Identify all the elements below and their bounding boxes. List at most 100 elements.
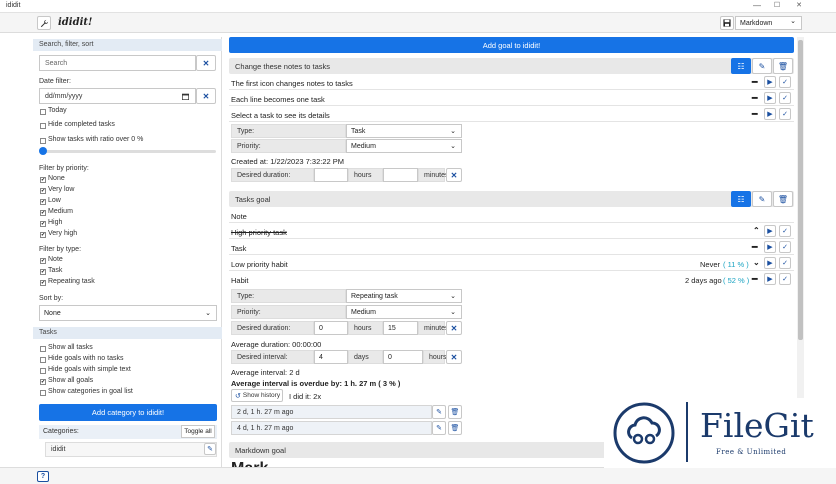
save-button[interactable]	[720, 16, 734, 30]
clear-search-button[interactable]: ✕	[196, 55, 216, 71]
goal-header-change-notes[interactable]: Change these notes to tasks ☷ ✎ 🗑	[229, 58, 794, 74]
delete-goal-button[interactable]: 🗑	[773, 58, 793, 74]
clear-interval-button[interactable]: ✕	[446, 350, 462, 364]
task-row[interactable]: Each line becomes one task ━ ▶ ✓	[229, 91, 794, 106]
done-button[interactable]: ✓	[779, 225, 791, 237]
help-button[interactable]: ?	[37, 471, 49, 482]
app-name-input[interactable]: ididit!	[58, 17, 92, 28]
add-category-button[interactable]: Add category to ididit!	[39, 404, 217, 421]
duration-hours-input[interactable]	[314, 168, 348, 182]
notes-to-tasks-button[interactable]: ☷	[731, 191, 751, 207]
task-row[interactable]: Task ━ ▶ ✓	[229, 240, 794, 255]
priority-value: Medium	[351, 142, 376, 150]
edit-history-button[interactable]: ✎	[432, 421, 446, 435]
priority-checkbox[interactable]: ✔	[40, 177, 46, 183]
delete-history-button[interactable]: 🗑	[448, 421, 462, 435]
type-select[interactable]: Repeating task ⌄	[346, 289, 462, 303]
priority-select[interactable]: Medium ⌄	[346, 139, 462, 153]
floppy-icon	[723, 19, 731, 27]
priority-select[interactable]: Medium ⌄	[346, 305, 462, 319]
check-icon: ✓	[782, 276, 788, 283]
close-window-button[interactable]: ✕	[792, 1, 806, 9]
priority-checkbox[interactable]: ✔	[40, 232, 46, 238]
toggle-all-button[interactable]: Toggle all	[181, 425, 215, 438]
priority-checkbox[interactable]: ✔	[40, 188, 46, 194]
type-select[interactable]: Task ⌄	[346, 124, 462, 138]
task-option-checkbox[interactable]	[40, 346, 46, 352]
history-item: 4 d, 1 h. 27 m ago	[231, 421, 432, 435]
done-button[interactable]: ✓	[779, 241, 791, 253]
interval-hours-input[interactable]: 0	[383, 350, 423, 364]
delete-history-button[interactable]: 🗑	[448, 405, 462, 419]
task-row[interactable]: The first icon changes notes to tasks ━ ▶ ✓	[229, 75, 794, 90]
clear-duration-button[interactable]: ✕	[446, 321, 462, 335]
task-option-checkbox[interactable]	[40, 368, 46, 374]
clear-date-button[interactable]: ✕	[196, 88, 216, 104]
task-text: Each line becomes one task	[231, 95, 325, 104]
task-row-habit[interactable]: Habit 2 days ago ( 52 % ) ━ ▶ ✓	[229, 272, 794, 287]
goal-title: Change these notes to tasks	[235, 62, 331, 71]
edit-goal-button[interactable]: ✎	[752, 191, 772, 207]
watermark-brand: FileGit	[700, 406, 814, 445]
task-row[interactable]: Select a task to see its details ━ ▶ ✓	[229, 107, 794, 122]
show-history-button[interactable]: ↺ Show history	[231, 389, 283, 402]
task-option-checkbox[interactable]	[40, 390, 46, 396]
category-item[interactable]: ididit ✎	[45, 442, 217, 457]
priority-checkbox[interactable]: ✔	[40, 210, 46, 216]
start-timer-button[interactable]: ▶	[764, 241, 776, 253]
duration-minutes-input[interactable]: 15	[383, 321, 418, 335]
start-timer-button[interactable]: ▶	[764, 257, 776, 269]
done-button[interactable]: ✓	[779, 76, 791, 88]
sort-select[interactable]: None ⌄	[39, 305, 217, 321]
ratio-slider-thumb[interactable]	[39, 147, 47, 155]
type-checkbox[interactable]: ✔	[40, 280, 46, 286]
today-checkbox[interactable]	[40, 109, 46, 115]
format-select[interactable]: Markdown ⌄	[735, 16, 802, 30]
start-timer-button[interactable]: ▶	[764, 76, 776, 88]
interval-days-input[interactable]: 4	[314, 350, 348, 364]
toolbar	[0, 13, 836, 33]
edit-history-button[interactable]: ✎	[432, 405, 446, 419]
notes-to-tasks-button[interactable]: ☷	[731, 58, 751, 74]
clear-duration-button[interactable]: ✕	[446, 168, 462, 182]
priority-label: Low	[48, 197, 61, 204]
maximize-button[interactable]: ☐	[770, 1, 784, 9]
task-row-high[interactable]: High priority task ⌃ ▶ ✓	[229, 224, 794, 239]
priority-medium-icon: ━	[752, 109, 758, 119]
task-option-checkbox[interactable]	[40, 357, 46, 363]
start-timer-button[interactable]: ▶	[764, 273, 776, 285]
task-option-checkbox[interactable]: ✔	[40, 379, 46, 385]
priority-checkbox[interactable]: ✔	[40, 199, 46, 205]
done-button[interactable]: ✓	[779, 273, 791, 285]
show-ratio-checkbox[interactable]	[40, 138, 46, 144]
done-button[interactable]: ✓	[779, 92, 791, 104]
chevron-down-icon: ⌄	[450, 309, 456, 316]
goal-header-tasks[interactable]: Tasks goal ☷ ✎ 🗑	[229, 191, 794, 207]
priority-checkbox[interactable]: ✔	[40, 221, 46, 227]
edit-category-button[interactable]: ✎	[204, 443, 216, 455]
search-input[interactable]: Search	[39, 55, 196, 71]
note-row[interactable]: Note	[229, 208, 794, 223]
hide-completed-checkbox[interactable]	[40, 123, 46, 129]
type-checkbox[interactable]: ✔	[40, 258, 46, 264]
duration-minutes-input[interactable]	[383, 168, 418, 182]
done-button[interactable]: ✓	[779, 108, 791, 120]
done-button[interactable]: ✓	[779, 257, 791, 269]
ratio-slider-track[interactable]	[40, 150, 216, 153]
main-scrollbar-thumb[interactable]	[798, 40, 803, 340]
start-timer-button[interactable]: ▶	[764, 92, 776, 104]
goal-header-markdown[interactable]: Markdown goal	[229, 442, 609, 458]
date-filter-input[interactable]: dd/mm/yyyy	[39, 88, 196, 104]
calendar-icon[interactable]	[182, 93, 189, 100]
start-timer-button[interactable]: ▶	[764, 108, 776, 120]
delete-goal-button[interactable]: 🗑	[773, 191, 793, 207]
type-checkbox[interactable]: ✔	[40, 269, 46, 275]
task-row-low-habit[interactable]: Low priority habit Never ( 11 % ) ⌄ ▶ ✓	[229, 256, 794, 271]
edit-goal-button[interactable]: ✎	[752, 58, 772, 74]
add-goal-button[interactable]: Add goal to ididit!	[229, 37, 794, 53]
type-label: Type:	[231, 124, 346, 138]
settings-wrench-button[interactable]	[37, 16, 51, 30]
minimize-button[interactable]: —	[750, 1, 764, 10]
start-timer-button[interactable]: ▶	[764, 225, 776, 237]
duration-hours-input[interactable]: 0	[314, 321, 348, 335]
